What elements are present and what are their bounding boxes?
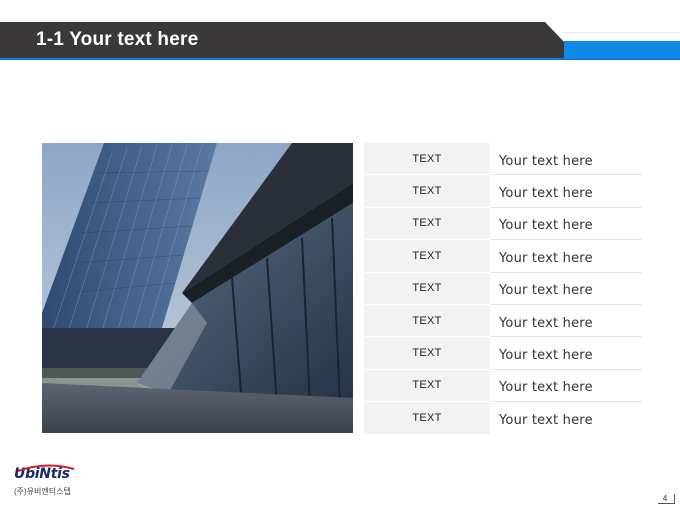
table-row: TEXT Your text here (364, 337, 642, 370)
table-key: TEXT (364, 272, 490, 305)
table-row: TEXT Your text here (364, 175, 642, 208)
company-logo: UbiNtis (주)유비엔티스텝 (14, 464, 75, 496)
table-value: Your text here (490, 240, 642, 273)
table-row: TEXT Your text here (364, 207, 642, 241)
table-value: Your text here (490, 208, 642, 241)
slide-title: 1-1 Your text here (36, 29, 199, 50)
table-key: TEXT (364, 207, 490, 241)
header-divider (0, 58, 680, 60)
table-key: TEXT (364, 240, 490, 273)
table-row: TEXT Your text here (364, 369, 642, 403)
table-row: TEXT Your text here (364, 240, 642, 273)
table-value: Your text here (499, 413, 593, 429)
table-row: TEXT Your text here (364, 304, 642, 338)
page-number: 4 (658, 494, 675, 504)
table-key: TEXT (364, 337, 490, 370)
table-row: TEXT Your text here (364, 402, 642, 435)
table-row: TEXT Your text here (364, 272, 642, 305)
building-photo (42, 143, 353, 433)
table-value: Your text here (490, 337, 642, 370)
table-key: TEXT (364, 402, 490, 435)
header-accent-block (564, 41, 680, 59)
table-key: TEXT (364, 369, 490, 403)
table-value: Your text here (490, 175, 642, 208)
table-key: TEXT (364, 304, 490, 338)
table-value: Your text here (490, 305, 642, 338)
table-key: TEXT (364, 175, 490, 208)
table-row: TEXT Your text here (364, 143, 642, 176)
header-accent-line (564, 32, 680, 33)
table-value: Your text here (490, 143, 642, 176)
info-table: TEXT Your text here TEXT Your text here … (364, 143, 642, 435)
logo-swoosh-icon (17, 464, 75, 472)
logo-subtitle: (주)유비엔티스텝 (14, 487, 71, 496)
table-key: TEXT (364, 143, 490, 176)
table-value: Your text here (490, 273, 642, 305)
table-value: Your text here (490, 370, 642, 403)
